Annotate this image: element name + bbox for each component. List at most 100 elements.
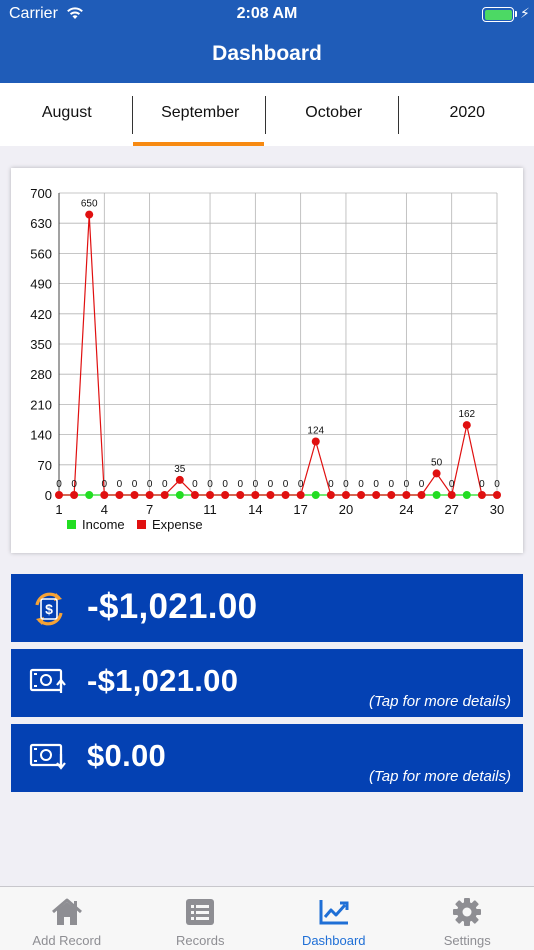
x-tick-label: 4 [101, 502, 108, 517]
tab-october[interactable]: October [267, 83, 401, 146]
nav-bar: Dashboard [0, 28, 534, 83]
data-label: 0 [192, 479, 198, 490]
period-tabs: August September October 2020 [0, 83, 534, 146]
x-tick-label: 20 [339, 502, 353, 517]
expense-point [357, 491, 366, 499]
tab-add-record-label: Add Record [32, 933, 102, 948]
data-label: 0 [373, 479, 379, 490]
expense-point [55, 491, 63, 499]
income-point [85, 491, 94, 499]
chart-card: 0 70 140 210 280 350 420 490 560 630 700 1 4 7 11 14 17… [11, 168, 523, 553]
balance-amount: -$1,021.00 [87, 587, 258, 626]
data-label: 0 [56, 479, 62, 490]
tab-records-label: Records [176, 933, 225, 948]
home-icon [51, 898, 82, 925]
y-tick-label: 420 [30, 307, 52, 322]
x-tick-label: 7 [146, 502, 153, 517]
expense-point [402, 491, 411, 499]
bottom-tab-bar: Add Record Records Dashboard Settings [0, 886, 534, 950]
data-label: 35 [174, 464, 186, 475]
y-tick-label: 700 [30, 186, 52, 201]
y-tick-label: 70 [38, 458, 52, 473]
tab-add-record[interactable]: Add Record [0, 887, 134, 950]
data-label: 0 [268, 479, 274, 490]
tab-august[interactable]: August [0, 83, 134, 146]
expense-point [281, 491, 290, 499]
legend-label-expense: Expense [152, 517, 203, 532]
y-tick-label: 280 [30, 367, 52, 382]
money-out-icon [29, 668, 66, 693]
battery-icon [482, 7, 514, 22]
income-card[interactable]: $0.00 (Tap for more details) [11, 724, 523, 792]
data-label: 0 [419, 479, 425, 490]
x-tick-label: 27 [444, 502, 458, 517]
series-line-expense [59, 214, 497, 497]
expense-point [115, 491, 124, 499]
y-tick-label: 140 [30, 428, 52, 443]
data-label: 0 [479, 479, 485, 490]
expense-card[interactable]: -$1,021.00 (Tap for more details) [11, 649, 523, 717]
balance-card[interactable]: $ -$1,021.00 [11, 574, 523, 642]
tab-settings-label: Settings [443, 933, 491, 948]
selected-tab-indicator [133, 142, 264, 146]
income-point [462, 491, 471, 499]
legend-label-income: Income [82, 517, 125, 532]
data-label: 0 [237, 479, 243, 490]
expense-point [100, 491, 109, 499]
expense-point [462, 421, 471, 430]
x-tick-label: 17 [293, 502, 307, 517]
data-label: 0 [298, 479, 304, 490]
data-label: 0 [328, 479, 334, 490]
data-label: 0 [404, 479, 410, 490]
y-tick-label: 350 [30, 337, 52, 352]
data-label: 0 [222, 479, 228, 490]
money-in-icon [29, 743, 66, 770]
tab-divider [265, 96, 266, 134]
data-label: 0 [147, 479, 153, 490]
expense-point [175, 475, 184, 484]
expense-point [493, 491, 501, 499]
battery-tip [515, 11, 517, 17]
currency-exchange-icon: $ [35, 592, 63, 626]
tab-dashboard-label: Dashboard [301, 933, 366, 948]
status-bar: Carrier 2:08 AM ⚡ [0, 0, 534, 28]
tab-dashboard[interactable]: Dashboard [267, 887, 401, 950]
tab-settings[interactable]: Settings [401, 887, 534, 950]
data-label: 0 [207, 479, 213, 490]
income-point [311, 491, 320, 499]
y-tick-label: 490 [30, 277, 52, 292]
expense-point [251, 491, 260, 499]
y-tick-label: 630 [30, 216, 52, 231]
data-label: 0 [358, 479, 364, 490]
expense-point [341, 491, 350, 499]
income-details-hint: (Tap for more details) [368, 768, 511, 785]
tab-records[interactable]: Records [134, 887, 268, 950]
line-chart: 070140210280350420490560630700 1 4 7 11 14 17… [30, 186, 504, 532]
x-tick-label: 14 [248, 502, 262, 517]
expense-point [417, 491, 426, 499]
income-point [175, 491, 184, 499]
data-label: 0 [132, 479, 138, 490]
y-tick-label: 0 [45, 488, 52, 503]
tab-year[interactable]: 2020 [401, 83, 534, 146]
tab-september[interactable]: September [134, 83, 268, 146]
y-tick-label: 210 [30, 397, 52, 412]
data-label: 0 [494, 479, 500, 490]
chart-icon [319, 900, 349, 925]
status-time: 2:08 AM [236, 5, 298, 22]
data-label: 0 [283, 479, 289, 490]
expense-point [70, 491, 79, 499]
expense-point [477, 491, 486, 499]
legend-swatch-expense [137, 520, 146, 529]
data-label: 0 [102, 479, 108, 490]
x-tick-label: 30 [490, 502, 504, 517]
expense-point [206, 491, 215, 499]
legend-swatch-income [67, 520, 76, 529]
page-title: Dashboard [212, 42, 322, 65]
expense-point [145, 491, 154, 499]
data-label: 124 [307, 426, 324, 437]
data-label: 0 [162, 479, 168, 490]
expense-point [266, 491, 275, 499]
gear-icon [453, 898, 482, 926]
expense-point [387, 491, 396, 499]
